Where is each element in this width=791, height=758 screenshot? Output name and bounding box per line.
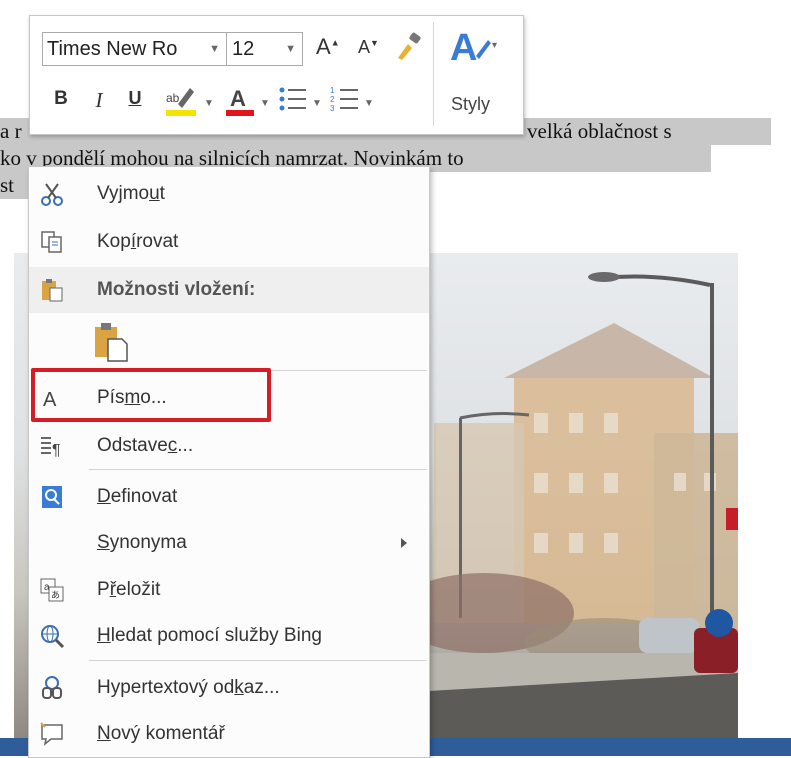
menu-item-cut[interactable]: Vyjmout bbox=[29, 171, 429, 217]
mini-toolbar: Times New Ro ▼ 12 ▼ A▲ A▼ A ▾ Styly B I … bbox=[29, 15, 524, 135]
menu-item-copy[interactable]: Kopírovat bbox=[29, 219, 429, 265]
divider bbox=[433, 22, 434, 126]
styles-label[interactable]: Styly bbox=[451, 94, 490, 115]
grow-font-icon: A bbox=[316, 34, 331, 59]
svg-text:2: 2 bbox=[330, 95, 335, 104]
numbering-button[interactable]: 1 2 3 bbox=[330, 84, 360, 120]
chevron-down-icon[interactable]: ▼ bbox=[312, 98, 322, 109]
menu-item-hyperlink[interactable]: Hypertextový odkaz... bbox=[29, 665, 429, 711]
text-fragment: st bbox=[0, 173, 15, 197]
bullets-button[interactable] bbox=[278, 84, 308, 120]
submenu-arrow-icon bbox=[401, 538, 407, 548]
chevron-down-icon[interactable]: ▼ bbox=[204, 98, 214, 109]
shrink-font-icon: A bbox=[358, 37, 371, 57]
menu-item-synonyms[interactable]: Synonyma bbox=[29, 520, 429, 566]
search-globe-icon bbox=[41, 625, 65, 649]
format-painter-button[interactable] bbox=[394, 30, 426, 68]
text-fragment: a r bbox=[0, 119, 22, 143]
grow-font-button[interactable]: A▲ bbox=[316, 34, 340, 60]
menu-item-search-bing[interactable]: Hledat pomocí služby Bing bbox=[29, 613, 429, 659]
svg-text:ab: ab bbox=[166, 91, 180, 105]
svg-text:1: 1 bbox=[330, 86, 335, 95]
underline-button[interactable]: U bbox=[122, 88, 148, 109]
chevron-down-icon[interactable]: ▼ bbox=[260, 98, 270, 109]
menu-item-label: Definovat bbox=[97, 486, 178, 507]
svg-text:▾: ▾ bbox=[492, 40, 497, 51]
menu-item-label: Hledat pomocí služby Bing bbox=[97, 625, 322, 646]
book-search-icon bbox=[42, 486, 62, 508]
font-color-icon: A bbox=[226, 86, 254, 116]
menu-item-new-comment[interactable]: Nový komentář bbox=[29, 711, 429, 757]
menu-item-paragraph[interactable]: ¶ Odstavec... bbox=[29, 423, 429, 469]
menu-separator bbox=[89, 660, 427, 661]
text-fragment: velká oblačnost s bbox=[527, 119, 672, 143]
bullet-list-icon bbox=[279, 87, 306, 111]
menu-item-label: Přeložit bbox=[97, 579, 161, 600]
context-menu: Vyjmout Kopírovat Možnosti vložení: A Pí… bbox=[28, 166, 430, 758]
font-size-value: 12 bbox=[232, 38, 255, 60]
italic-button[interactable]: I bbox=[86, 88, 112, 113]
chevron-down-icon[interactable]: ▼ bbox=[209, 33, 220, 65]
font-size-combobox[interactable]: 12 ▼ bbox=[227, 32, 303, 66]
shrink-font-button[interactable]: A▼ bbox=[358, 37, 379, 58]
format-painter-icon bbox=[398, 32, 421, 60]
bold-button[interactable]: B bbox=[48, 88, 74, 110]
comment-icon bbox=[40, 722, 63, 746]
highlight-annotation-box bbox=[31, 368, 271, 422]
scissors-icon bbox=[41, 183, 63, 206]
menu-item-label: Kopírovat bbox=[97, 231, 179, 252]
translate-icon: a あ bbox=[40, 578, 64, 602]
menu-item-translate[interactable]: a あ Přeložit bbox=[29, 567, 429, 613]
clipboard-icon bbox=[42, 279, 63, 302]
font-color-button[interactable]: A bbox=[224, 82, 256, 124]
highlight-button[interactable]: ab bbox=[164, 82, 200, 124]
copy-icon bbox=[41, 231, 62, 253]
chevron-down-icon[interactable]: ▼ bbox=[285, 33, 296, 65]
menu-item-label: Odstavec... bbox=[97, 435, 194, 456]
highlighter-icon: ab bbox=[166, 88, 196, 116]
svg-text:¶: ¶ bbox=[52, 442, 61, 459]
menu-item-label: Synonyma bbox=[97, 532, 187, 553]
paste-options-label: Možnosti vložení: bbox=[97, 279, 256, 300]
paste-icon bbox=[95, 323, 128, 362]
menu-item-label: Hypertextový odkaz... bbox=[97, 677, 280, 698]
paste-options-header: Možnosti vložení: bbox=[29, 267, 429, 313]
svg-text:A: A bbox=[450, 27, 477, 68]
styles-icon: A ▾ bbox=[450, 27, 497, 69]
chevron-down-icon[interactable]: ▼ bbox=[364, 98, 374, 109]
font-name-combobox[interactable]: Times New Ro ▼ bbox=[42, 32, 227, 66]
numbered-list-icon: 1 2 3 bbox=[330, 86, 358, 113]
styles-button[interactable]: A ▾ bbox=[448, 26, 500, 74]
svg-text:A: A bbox=[230, 86, 246, 111]
paragraph-icon: ¶ bbox=[41, 437, 61, 459]
paste-keep-formatting-button[interactable] bbox=[29, 315, 429, 367]
font-name-value: Times New Ro bbox=[47, 38, 178, 60]
menu-item-label: Nový komentář bbox=[97, 723, 225, 744]
menu-item-label: Vyjmout bbox=[97, 183, 165, 204]
menu-item-define[interactable]: Definovat bbox=[29, 474, 429, 520]
hyperlink-icon bbox=[42, 676, 62, 699]
menu-separator bbox=[89, 469, 427, 470]
svg-text:3: 3 bbox=[330, 104, 335, 113]
svg-text:あ: あ bbox=[51, 590, 60, 600]
